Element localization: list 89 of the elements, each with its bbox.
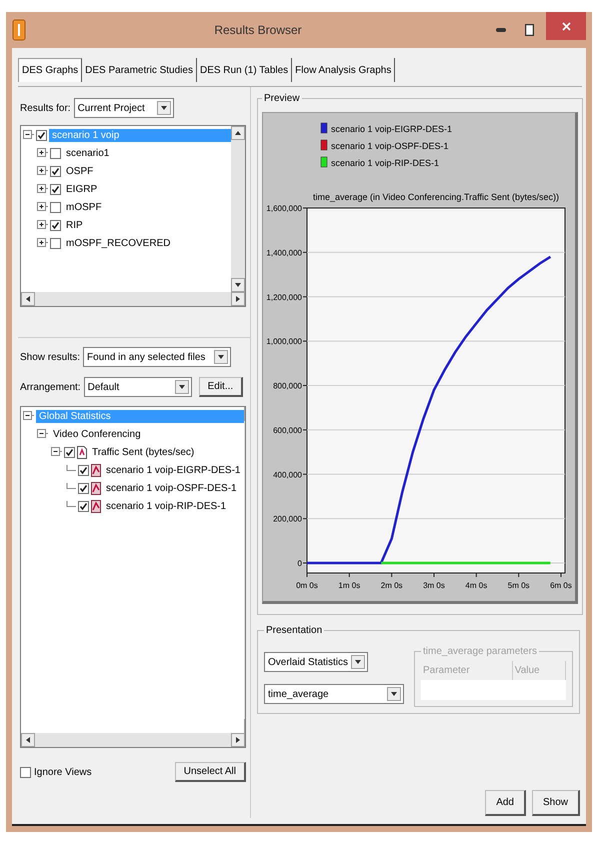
document-icon bbox=[77, 446, 87, 458]
collapse-icon[interactable] bbox=[23, 130, 34, 140]
x-tick-label: 0m 0s bbox=[296, 581, 318, 590]
legend-label: scenario 1 voip-RIP-DES-1 bbox=[331, 158, 440, 168]
checkbox[interactable] bbox=[64, 446, 75, 458]
close-button[interactable] bbox=[546, 12, 586, 40]
y-tick-label: 1,600,000 bbox=[266, 204, 302, 213]
expand-icon[interactable] bbox=[37, 238, 48, 248]
tree-item[interactable]: Video Conferencing bbox=[50, 428, 144, 440]
checkbox[interactable] bbox=[50, 202, 61, 212]
expand-icon[interactable] bbox=[37, 166, 48, 176]
y-tick-label: 600,000 bbox=[273, 426, 302, 435]
tree-item[interactable]: scenario 1 voip-RIP-DES-1 bbox=[103, 500, 230, 512]
dialog-button[interactable]: Show bbox=[532, 790, 580, 816]
expand-icon[interactable] bbox=[37, 148, 48, 158]
tree-item[interactable]: mOSPF bbox=[63, 200, 105, 214]
maximize-icon bbox=[524, 24, 534, 36]
graph-icon bbox=[91, 500, 101, 512]
window-title: Results Browser bbox=[213, 23, 303, 37]
horizontal-scrollbar[interactable] bbox=[21, 733, 245, 747]
x-tick-label: 6m 0s bbox=[550, 581, 572, 590]
presentation-dropdown[interactable]: Overlaid Statistics bbox=[264, 652, 368, 672]
checkbox[interactable] bbox=[78, 482, 89, 494]
checkbox-label: Ignore Views bbox=[34, 766, 92, 778]
group-title: time_average parameters bbox=[422, 646, 538, 657]
expand-icon[interactable] bbox=[37, 220, 48, 230]
group-title: Preview bbox=[263, 93, 301, 104]
y-tick-label: 400,000 bbox=[273, 470, 302, 480]
graph-icon bbox=[91, 482, 101, 494]
tree-item[interactable]: EIGRP bbox=[63, 182, 100, 196]
combo-value: Default bbox=[88, 382, 120, 392]
x-tick-label: 2m 0s bbox=[380, 581, 403, 590]
checkbox[interactable] bbox=[50, 238, 61, 248]
checkbox[interactable] bbox=[78, 464, 89, 476]
y-tick-label: 200,000 bbox=[273, 514, 302, 524]
checkbox[interactable] bbox=[20, 766, 31, 778]
unselect-all-button[interactable]: Unselect All bbox=[174, 762, 246, 782]
legend-label: scenario 1 voip-EIGRP-DES-1 bbox=[331, 124, 452, 134]
y-tick-label: 1,400,000 bbox=[266, 248, 302, 258]
filter-dropdown[interactable]: time_average bbox=[264, 684, 404, 704]
x-tick-label: 4m 0s bbox=[465, 581, 488, 590]
horizontal-scrollbar[interactable] bbox=[21, 292, 245, 306]
field-label: Show results: bbox=[20, 352, 80, 362]
tree-item[interactable]: Traffic Sent (bytes/sec) bbox=[89, 446, 198, 458]
x-tick-label: 5m 0s bbox=[508, 581, 530, 590]
expand-icon[interactable] bbox=[37, 202, 48, 212]
tree-item[interactable]: mOSPF_RECOVERED bbox=[63, 236, 174, 250]
checkbox[interactable] bbox=[78, 500, 89, 512]
close-icon bbox=[562, 22, 570, 30]
y-tick-label: 0 bbox=[298, 559, 302, 568]
combo-value: Found in any selected files bbox=[87, 352, 206, 362]
collapse-icon[interactable] bbox=[23, 410, 34, 422]
collapse-icon[interactable] bbox=[51, 446, 62, 458]
results-for-dropdown[interactable]: Current Project bbox=[74, 98, 174, 118]
checkbox[interactable] bbox=[50, 184, 61, 194]
column-header: Value bbox=[512, 661, 566, 680]
field-label: Arrangement: bbox=[20, 382, 81, 392]
arrangement-dropdown[interactable]: Default bbox=[84, 377, 192, 397]
combo-value: Overlaid Statistics bbox=[268, 656, 349, 668]
tree-item[interactable]: RIP bbox=[63, 218, 86, 232]
tree-item[interactable]: scenario1 bbox=[63, 146, 112, 160]
column-header: Parameter bbox=[421, 661, 512, 680]
tree-item[interactable]: scenario 1 voip-OSPF-DES-1 bbox=[103, 482, 240, 494]
minimize-icon bbox=[496, 28, 506, 32]
group-title: Presentation bbox=[265, 625, 324, 636]
x-tick-label: 1m 0s bbox=[338, 581, 360, 590]
x-tick-label: 3m 0s bbox=[423, 581, 445, 590]
combo-value: time_average bbox=[268, 688, 330, 700]
expand-icon[interactable] bbox=[37, 184, 48, 194]
tree-item[interactable]: OSPF bbox=[63, 164, 96, 178]
checkbox[interactable] bbox=[50, 166, 61, 176]
legend-label: scenario 1 voip-OSPF-DES-1 bbox=[331, 141, 449, 151]
tree-item[interactable]: scenario 1 voip-EIGRP-DES-1 bbox=[103, 464, 244, 476]
show-results-dropdown[interactable]: Found in any selected files bbox=[83, 347, 232, 367]
y-tick-label: 800,000 bbox=[273, 382, 302, 390]
graph-icon bbox=[91, 464, 101, 476]
chart-title: time_average (in Video Conferencing.Traffic Sent (bytes/sec)) bbox=[313, 192, 559, 202]
collapse-icon[interactable] bbox=[37, 428, 48, 440]
checkbox[interactable] bbox=[36, 130, 47, 140]
app-icon bbox=[12, 19, 26, 41]
checkbox[interactable] bbox=[50, 148, 61, 158]
edit-button[interactable]: Edit... bbox=[198, 377, 244, 397]
combo-value: Current Project bbox=[78, 102, 146, 114]
checkbox[interactable] bbox=[50, 220, 61, 230]
dialog-button[interactable]: Add bbox=[485, 790, 526, 816]
y-tick-label: 1,000,000 bbox=[266, 337, 302, 346]
y-tick-label: 1,200,000 bbox=[266, 292, 302, 302]
tab[interactable]: DES Graphs bbox=[18, 58, 82, 82]
field-label: Results for: bbox=[20, 102, 71, 114]
